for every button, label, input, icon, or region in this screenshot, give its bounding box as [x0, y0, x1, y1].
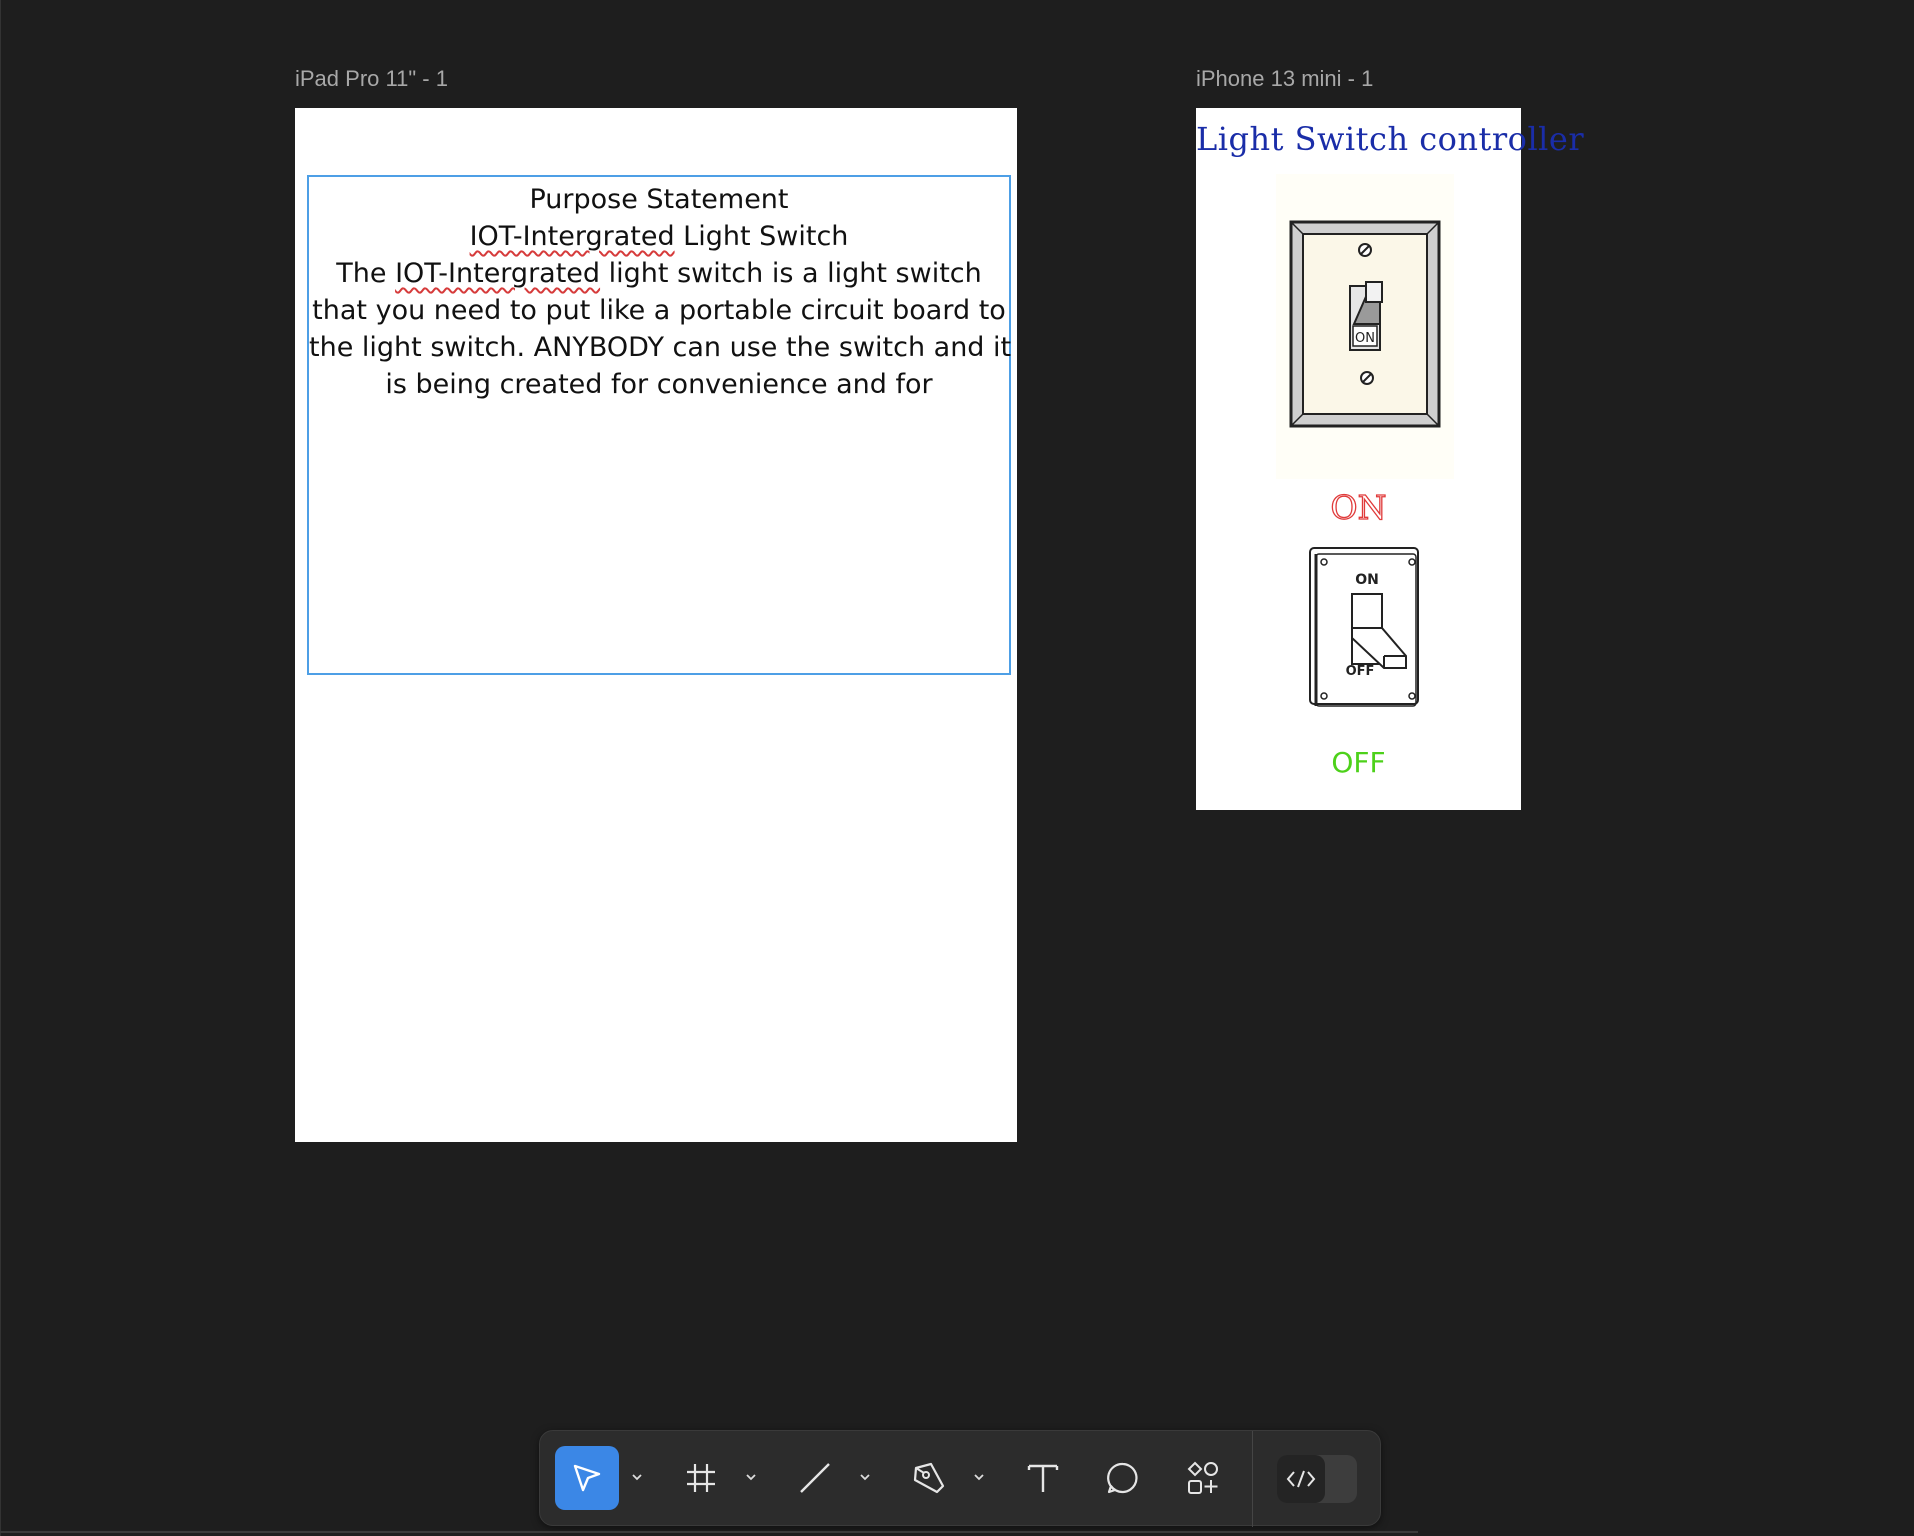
iphone-frame[interactable]: Light Switch controller ON ON ON OFF OFF: [1196, 108, 1585, 810]
move-tool-dropdown[interactable]: [628, 1465, 646, 1489]
purpose-body-line-2: that you need to put like a portable cir…: [312, 295, 1006, 326]
dev-mode-toggle[interactable]: [1277, 1455, 1357, 1503]
purpose-subtitle: IOT-Intergrated Light Switch: [309, 218, 1009, 255]
text-tool-button[interactable]: [1011, 1446, 1075, 1510]
actions-tool-button[interactable]: [1171, 1446, 1235, 1510]
frame-label-iphone[interactable]: iPhone 13 mini - 1: [1196, 66, 1373, 92]
chevron-down-icon: [860, 1474, 870, 1481]
body-line-1-rest: light switch is a light switch: [600, 258, 982, 289]
canvas-bottom-edge: [0, 1531, 1418, 1533]
frame-grid-icon: [687, 1464, 715, 1492]
subtitle-rest: Light Switch: [674, 221, 849, 252]
switch-off-top-text: ON: [1355, 572, 1379, 588]
move-tool-button[interactable]: [555, 1446, 619, 1510]
state-off-label: OFF: [1331, 746, 1386, 779]
ipad-frame[interactable]: Purpose Statement IOT-Intergrated Light …: [295, 108, 1017, 1142]
canvas-edge: [0, 0, 1, 1536]
line-icon: [800, 1463, 830, 1493]
comment-tool-button[interactable]: [1091, 1446, 1155, 1510]
comment-icon: [1107, 1462, 1138, 1494]
purpose-body-line-3: the light switch. ANYBODY can use the sw…: [309, 332, 1012, 363]
light-switch-on-image[interactable]: ON: [1276, 174, 1454, 479]
code-icon: [1286, 1470, 1316, 1488]
line-tool-dropdown[interactable]: [856, 1465, 874, 1489]
text-icon: [1027, 1464, 1059, 1492]
purpose-body-line-4: is being created for convenience and for: [385, 369, 933, 400]
light-switch-off-icon: ON OFF: [1309, 547, 1419, 707]
toolbar-divider: [1252, 1431, 1253, 1527]
switch-on-plate-text: ON: [1355, 331, 1375, 346]
pointer-icon: [573, 1464, 601, 1492]
chevron-down-icon: [974, 1474, 984, 1481]
chevron-down-icon: [746, 1474, 756, 1481]
purpose-text-box[interactable]: Purpose Statement IOT-Intergrated Light …: [307, 175, 1011, 675]
frame-tool-dropdown[interactable]: [742, 1465, 760, 1489]
pen-tool-button[interactable]: [897, 1446, 961, 1510]
pen-tool-dropdown[interactable]: [970, 1465, 988, 1489]
state-on-label: ON: [1330, 487, 1387, 527]
misspelled-word: IOT-Intergrated: [469, 221, 675, 252]
pen-icon: [913, 1462, 945, 1494]
light-switch-on-icon: ON: [1289, 220, 1441, 428]
purpose-body-line-1: The IOT-Intergrated light switch is a li…: [309, 255, 1009, 292]
purpose-heading: Purpose Statement: [529, 184, 789, 215]
body-the: The: [336, 258, 396, 289]
dev-mode-knob: [1277, 1455, 1325, 1503]
frame-label-ipad[interactable]: iPad Pro 11" - 1: [295, 66, 448, 92]
bottom-toolbar: [539, 1430, 1381, 1527]
chevron-down-icon: [632, 1474, 642, 1481]
misspelled-word: IOT-Intergrated: [395, 258, 601, 289]
switch-off-bottom-text: OFF: [1346, 664, 1375, 679]
app-title: Light Switch controller: [1196, 120, 1585, 158]
shapes-plus-icon: [1187, 1461, 1218, 1494]
light-switch-off-image[interactable]: ON OFF: [1306, 544, 1422, 710]
line-tool-button[interactable]: [783, 1446, 847, 1510]
frame-tool-button[interactable]: [669, 1446, 733, 1510]
